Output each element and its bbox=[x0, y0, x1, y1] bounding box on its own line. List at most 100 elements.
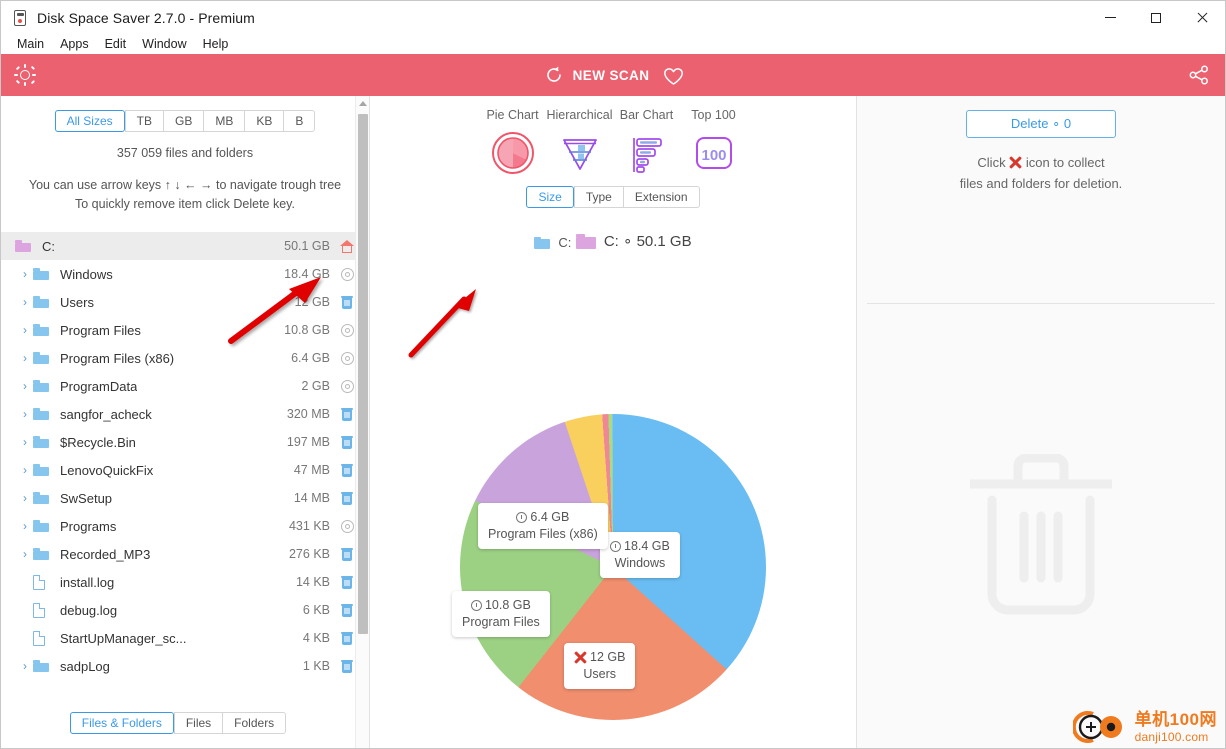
pie-label-program-files-x86[interactable]: 6.4 GB Program Files (x86) bbox=[478, 503, 608, 549]
gear-icon[interactable] bbox=[340, 267, 354, 281]
brightness-button[interactable] bbox=[1, 64, 49, 86]
tree-item-action[interactable] bbox=[339, 239, 355, 253]
tree-item-action[interactable] bbox=[339, 659, 355, 673]
gear-icon[interactable] bbox=[340, 351, 354, 365]
menu-item-edit[interactable]: Edit bbox=[97, 36, 135, 52]
mode-filter-size[interactable]: Size bbox=[526, 186, 574, 208]
tree-item-action[interactable] bbox=[339, 603, 355, 617]
size-filter-all[interactable]: All Sizes bbox=[54, 110, 125, 132]
tree-item-action[interactable] bbox=[339, 295, 355, 309]
trash-icon[interactable] bbox=[341, 547, 353, 561]
x-icon[interactable] bbox=[574, 651, 587, 664]
trash-icon[interactable] bbox=[341, 631, 353, 645]
tab-pie-chart-button[interactable] bbox=[479, 130, 546, 176]
tree-row[interactable]: › SwSetup 14 MB bbox=[1, 484, 369, 512]
tree-item-action[interactable] bbox=[339, 267, 355, 281]
size-filter-tb[interactable]: TB bbox=[124, 110, 163, 132]
tree-row[interactable]: install.log 14 KB bbox=[1, 568, 369, 596]
tab-bar-chart[interactable]: Bar Chart bbox=[613, 108, 680, 122]
type-filter-folders[interactable]: Folders bbox=[222, 712, 287, 734]
menu-item-apps[interactable]: Apps bbox=[52, 36, 97, 52]
breadcrumb-parent[interactable]: C: bbox=[534, 235, 571, 250]
tree-row[interactable]: › LenovoQuickFix 47 MB bbox=[1, 456, 369, 484]
size-filter-b[interactable]: B bbox=[283, 110, 316, 132]
tree-item-action[interactable] bbox=[339, 463, 355, 477]
minimize-button[interactable] bbox=[1087, 1, 1133, 34]
tree-expander[interactable]: › bbox=[1, 436, 33, 448]
tab-hierarchical-button[interactable] bbox=[546, 130, 613, 176]
size-filter-kb[interactable]: KB bbox=[244, 110, 284, 132]
tree-row[interactable]: › Windows 18.4 GB bbox=[1, 260, 369, 288]
delete-button[interactable]: Delete ∘ 0 bbox=[966, 110, 1116, 138]
new-scan-button[interactable]: NEW SCAN bbox=[544, 65, 650, 85]
type-filter-files[interactable]: Files bbox=[173, 712, 223, 734]
size-filter-mb[interactable]: MB bbox=[203, 110, 245, 132]
favorite-button[interactable] bbox=[663, 67, 684, 85]
trash-icon[interactable] bbox=[341, 435, 353, 449]
scrollbar-thumb[interactable] bbox=[358, 114, 368, 634]
pie-label-users[interactable]: 12 GB Users bbox=[564, 643, 636, 689]
type-filter-files-folders[interactable]: Files & Folders bbox=[69, 712, 174, 734]
menu-item-window[interactable]: Window bbox=[134, 36, 194, 52]
gear-icon[interactable] bbox=[340, 323, 354, 337]
tree-row[interactable]: debug.log 6 KB bbox=[1, 596, 369, 624]
tree-row[interactable]: › sangfor_acheck 320 MB bbox=[1, 400, 369, 428]
tab-hierarchical[interactable]: Hierarchical bbox=[546, 108, 613, 122]
tab-pie-chart[interactable]: Pie Chart bbox=[479, 108, 546, 122]
tree-row[interactable]: › Programs 431 KB bbox=[1, 512, 369, 540]
tree-item-action[interactable] bbox=[339, 435, 355, 449]
tree-row[interactable]: › Recorded_MP3 276 KB bbox=[1, 540, 369, 568]
share-button[interactable] bbox=[1173, 64, 1225, 86]
trash-icon[interactable] bbox=[341, 659, 353, 673]
tree-expander[interactable]: › bbox=[1, 408, 33, 420]
tree-expander[interactable]: › bbox=[1, 268, 33, 280]
tree-row[interactable]: StartUpManager_sc... 4 KB bbox=[1, 624, 369, 652]
tree-expander[interactable]: › bbox=[1, 380, 33, 392]
tree-row[interactable]: › Users 12 GB bbox=[1, 288, 369, 316]
pie-chart-graphic[interactable]: 18.4 GB Windows 12 GB Users 10.8 GB Prog… bbox=[452, 414, 766, 720]
tab-top-100-button[interactable]: 100 bbox=[680, 130, 747, 176]
gear-icon[interactable] bbox=[340, 519, 354, 533]
menu-item-main[interactable]: Main bbox=[9, 36, 52, 52]
trash-icon[interactable] bbox=[341, 491, 353, 505]
tree-item-action[interactable] bbox=[339, 323, 355, 337]
tree-item-action[interactable] bbox=[339, 379, 355, 393]
tree-row[interactable]: › ProgramData 2 GB bbox=[1, 372, 369, 400]
tree-row[interactable]: › sadpLog 1 KB bbox=[1, 652, 369, 680]
tree-expander[interactable]: › bbox=[1, 492, 33, 504]
tree-expander[interactable]: › bbox=[1, 464, 33, 476]
tree-item-action[interactable] bbox=[339, 631, 355, 645]
trash-icon[interactable] bbox=[341, 295, 353, 309]
close-button[interactable] bbox=[1179, 1, 1225, 34]
tab-top-100[interactable]: Top 100 bbox=[680, 108, 747, 122]
trash-icon[interactable] bbox=[341, 463, 353, 477]
pie-label-program-files[interactable]: 10.8 GB Program Files bbox=[452, 591, 550, 637]
tree-scrollbar[interactable] bbox=[355, 96, 369, 748]
maximize-button[interactable] bbox=[1133, 1, 1179, 34]
tree-expander[interactable]: › bbox=[1, 324, 33, 336]
tree-item-action[interactable] bbox=[339, 575, 355, 589]
tree-row[interactable]: › Program Files (x86) 6.4 GB bbox=[1, 344, 369, 372]
tree-expander[interactable]: › bbox=[1, 352, 33, 364]
tree-item-action[interactable] bbox=[339, 491, 355, 505]
scroll-up-button[interactable] bbox=[356, 96, 369, 110]
tree-item-action[interactable] bbox=[339, 519, 355, 533]
gear-icon[interactable] bbox=[340, 379, 354, 393]
tree-row[interactable]: C: 50.1 GB bbox=[1, 232, 369, 260]
trash-icon[interactable] bbox=[341, 575, 353, 589]
mode-filter-type[interactable]: Type bbox=[573, 186, 623, 208]
tree-item-action[interactable] bbox=[339, 407, 355, 421]
trash-icon[interactable] bbox=[341, 407, 353, 421]
tree-row[interactable]: › Program Files 10.8 GB bbox=[1, 316, 369, 344]
tree-expander[interactable]: › bbox=[1, 548, 33, 560]
tree-expander[interactable]: › bbox=[1, 520, 33, 532]
tree-item-action[interactable] bbox=[339, 351, 355, 365]
home-icon[interactable] bbox=[340, 239, 354, 253]
tree-expander[interactable]: › bbox=[1, 296, 33, 308]
trash-icon[interactable] bbox=[341, 603, 353, 617]
mode-filter-extension[interactable]: Extension bbox=[622, 186, 700, 208]
size-filter-gb[interactable]: GB bbox=[162, 110, 204, 132]
tab-bar-chart-button[interactable] bbox=[613, 130, 680, 176]
menu-item-help[interactable]: Help bbox=[195, 36, 237, 52]
pie-label-windows[interactable]: 18.4 GB Windows bbox=[600, 532, 680, 578]
